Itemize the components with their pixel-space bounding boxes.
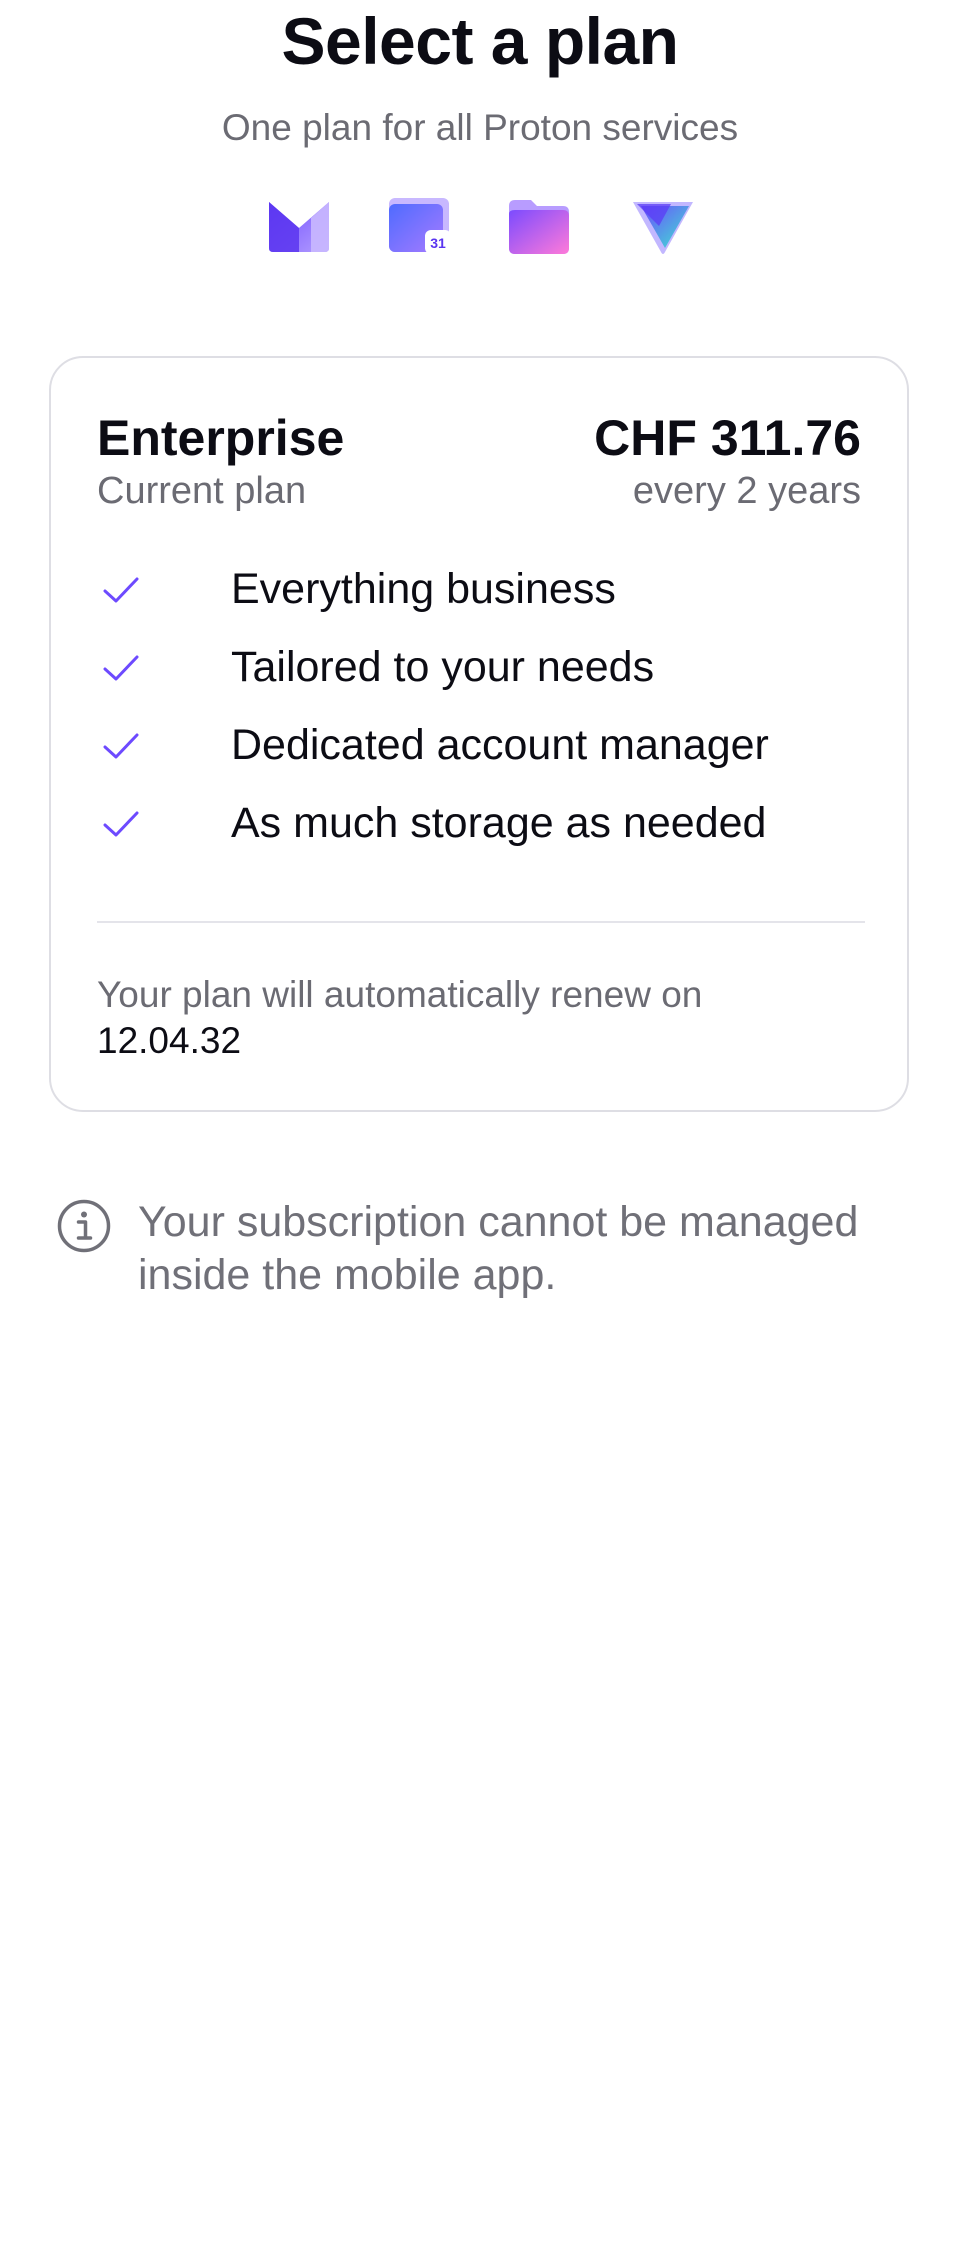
svg-text:31: 31 bbox=[430, 235, 446, 251]
calendar-icon: 31 bbox=[387, 196, 451, 256]
checkmark-icon bbox=[101, 570, 141, 610]
feature-item: Tailored to your needs bbox=[97, 632, 867, 710]
feature-item: As much storage as needed bbox=[97, 788, 867, 866]
info-icon bbox=[56, 1198, 112, 1254]
plan-billing-cycle: every 2 years bbox=[632, 470, 861, 512]
page-subtitle: One plan for all Proton services bbox=[221, 107, 739, 148]
checkmark-icon bbox=[101, 648, 141, 688]
renewal-date: 12.04.32 bbox=[97, 1020, 242, 1061]
feature-label: As much storage as needed bbox=[231, 799, 767, 847]
notice-text: Your subscription cannot be managed insi… bbox=[138, 1198, 859, 1299]
plan-card[interactable]: Enterprise Current plan CHF 311.76 every… bbox=[49, 356, 909, 1112]
feature-item: Dedicated account manager bbox=[97, 710, 867, 788]
card-divider bbox=[97, 921, 865, 923]
page-title: Select a plan bbox=[281, 4, 679, 78]
plan-features: Everything business Tailored to your nee… bbox=[97, 554, 867, 866]
checkmark-icon bbox=[101, 804, 141, 844]
plan-price: CHF 311.76 bbox=[594, 410, 861, 466]
subscription-notice: Your subscription cannot be managed insi… bbox=[56, 1196, 916, 1306]
app-icons-row: 31 bbox=[267, 196, 697, 258]
vpn-icon bbox=[631, 196, 695, 256]
renewal-info: Your plan will automatically renew on 12… bbox=[97, 972, 797, 1064]
feature-label: Dedicated account manager bbox=[231, 721, 769, 769]
feature-label: Everything business bbox=[231, 565, 616, 613]
feature-label: Tailored to your needs bbox=[231, 643, 655, 691]
checkmark-icon bbox=[101, 726, 141, 766]
feature-item: Everything business bbox=[97, 554, 867, 632]
drive-icon bbox=[507, 196, 571, 256]
mail-icon bbox=[267, 196, 331, 256]
plan-name: Enterprise bbox=[97, 410, 345, 466]
plan-status: Current plan bbox=[97, 470, 307, 512]
renewal-prefix: Your plan will automatically renew on bbox=[97, 974, 703, 1015]
